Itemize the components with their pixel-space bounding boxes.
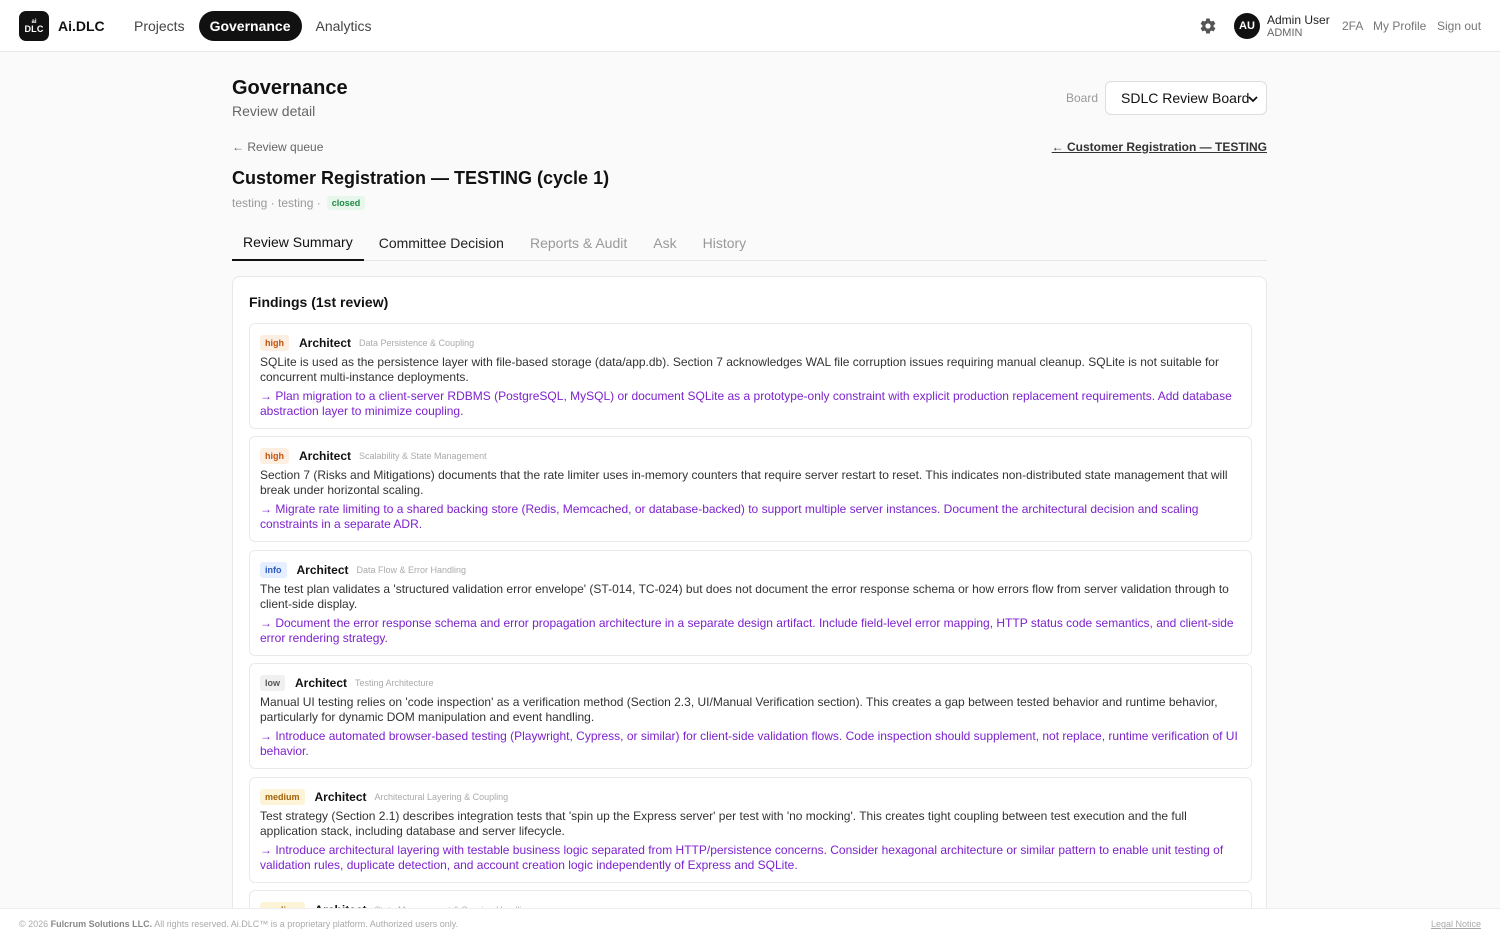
logo-text-bottom: DLC — [24, 23, 44, 34]
status-badge: closed — [326, 196, 366, 210]
legal-notice-link[interactable]: Legal Notice — [1431, 919, 1481, 929]
brand-name[interactable]: Ai.DLC — [58, 18, 105, 34]
tab-history[interactable]: History — [692, 225, 758, 261]
finding-text: SQLite is used as the persistence layer … — [260, 355, 1219, 384]
finding-card: medium Architect Architectural Layering … — [249, 777, 1252, 883]
finding-text: The test plan validates a 'structured va… — [260, 582, 1229, 611]
finding-text: Manual UI testing relies on 'code inspec… — [260, 695, 1218, 724]
finding-role: Architect — [296, 562, 349, 577]
back-to-project-link[interactable]: ← Customer Registration — TESTING — [1052, 140, 1267, 154]
page-subtitle: Review detail — [232, 103, 316, 119]
finding-category: Scalability & State Management — [359, 450, 487, 461]
severity-badge: medium — [260, 788, 305, 805]
nav-projects[interactable]: Projects — [124, 11, 195, 41]
finding-recommendation: → Introduce architectural layering with … — [260, 843, 1224, 872]
finding-recommendation: → Migrate rate limiting to a shared back… — [260, 502, 1199, 531]
user-name: Admin User — [1267, 13, 1330, 27]
review-tabs: Review Summary Committee Decision Report… — [232, 225, 1267, 261]
severity-badge: low — [260, 674, 285, 691]
finding-text: Section 7 (Risks and Mitigations) docume… — [260, 468, 1228, 497]
tab-review-summary[interactable]: Review Summary — [232, 225, 364, 261]
2fa-link[interactable]: 2FA — [1342, 19, 1363, 33]
findings-panel: Findings (1st review) high Architect Dat… — [232, 276, 1267, 938]
tab-committee-decision[interactable]: Committee Decision — [368, 225, 515, 261]
gear-icon[interactable] — [1199, 17, 1217, 35]
main-nav: Projects Governance Analytics — [124, 11, 386, 41]
top-navigation-bar: ai DLC Ai.DLC Projects Governance Analyt… — [0, 0, 1500, 52]
chevron-down-icon — [1248, 96, 1258, 103]
finding-category: Testing Architecture — [355, 677, 434, 688]
finding-role: Architect — [314, 789, 367, 804]
review-meta-text: testing · testing · — [232, 196, 321, 210]
finding-recommendation: → Plan migration to a client-server RDBM… — [260, 389, 1232, 418]
finding-role: Architect — [299, 448, 352, 463]
severity-badge: high — [260, 334, 289, 351]
finding-role: Architect — [295, 675, 348, 690]
tab-reports-audit[interactable]: Reports & Audit — [519, 225, 638, 261]
board-select-value: SDLC Review Board — [1121, 90, 1250, 106]
severity-badge: high — [260, 447, 289, 464]
review-title-text: Customer Registration — TESTING (cycle 1… — [232, 170, 610, 188]
finding-recommendation: → Introduce automated browser-based test… — [260, 729, 1238, 758]
nav-governance[interactable]: Governance — [198, 11, 302, 41]
copyright: © 2026 Fulcrum Solutions LLC. All rights… — [19, 919, 458, 929]
copyright-rest: All rights reserved. Ai.DLC™ is a propri… — [154, 919, 459, 929]
tab-ask[interactable]: Ask — [642, 225, 687, 261]
finding-category: Data Flow & Error Handling — [356, 564, 467, 575]
finding-card: info Architect Data Flow & Error Handlin… — [249, 550, 1252, 656]
finding-category: Architectural Layering & Coupling — [374, 791, 509, 802]
findings-title: Findings (1st review) — [249, 294, 389, 310]
finding-card: high Architect Scalability & State Manag… — [249, 436, 1252, 542]
finding-recommendation: → Document the error response schema and… — [260, 616, 1234, 645]
finding-text: Test strategy (Section 2.1) describes in… — [260, 809, 1187, 838]
page-title: Governance — [232, 77, 348, 99]
review-title: Customer Registration — TESTING (cycle 1… — [232, 170, 609, 190]
back-to-review-queue-link[interactable]: ← Review queue — [232, 140, 323, 154]
finding-card: low Architect Testing Architecture Manua… — [249, 663, 1252, 769]
finding-category: Data Persistence & Coupling — [359, 337, 475, 348]
severity-badge: info — [260, 561, 287, 578]
logo[interactable]: ai DLC — [19, 11, 49, 41]
company-name: Fulcrum Solutions LLC. — [50, 919, 153, 929]
review-meta: testing · testing · closed — [232, 196, 366, 210]
copyright-year: © 2026 — [19, 919, 49, 929]
finding-role: Architect — [299, 335, 352, 350]
nav-analytics[interactable]: Analytics — [306, 11, 382, 41]
sign-out-link[interactable]: Sign out — [1437, 19, 1481, 33]
board-select[interactable]: SDLC Review Board — [1105, 81, 1267, 115]
user-role: ADMIN — [1267, 27, 1303, 39]
board-label: Board — [1066, 91, 1099, 105]
my-profile-link[interactable]: My Profile — [1373, 19, 1426, 33]
finding-card: high Architect Data Persistence & Coupli… — [249, 323, 1252, 429]
footer: © 2026 Fulcrum Solutions LLC. All rights… — [0, 908, 1500, 938]
avatar[interactable]: AU — [1234, 13, 1260, 39]
